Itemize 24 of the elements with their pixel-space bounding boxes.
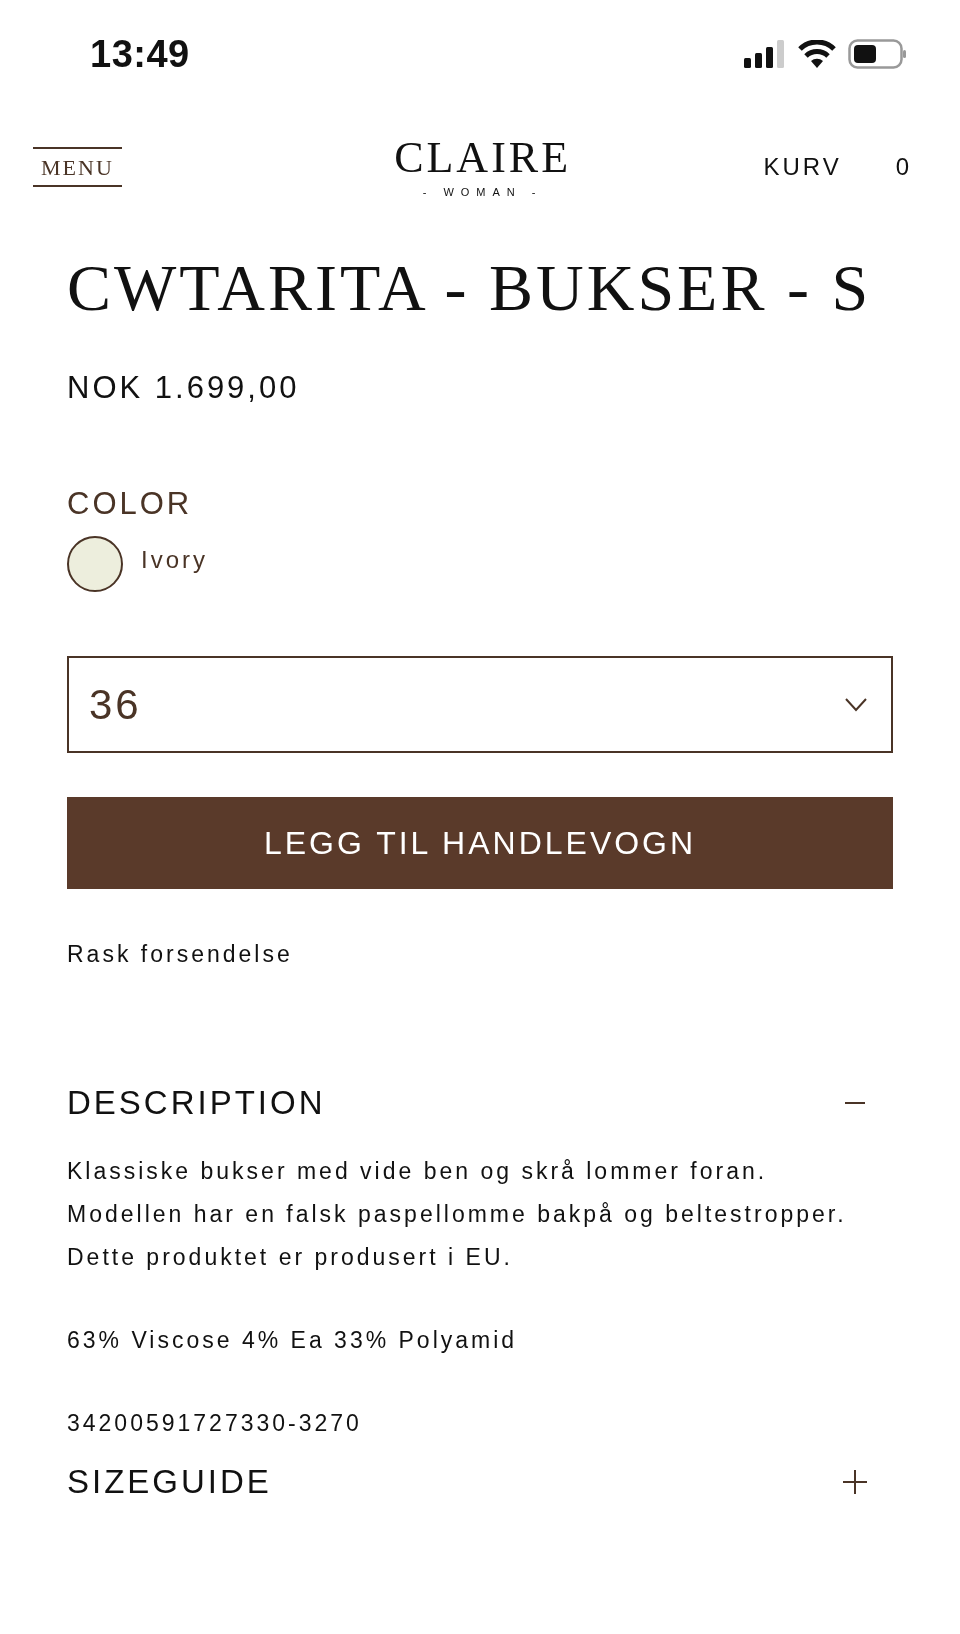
description-text: 63% Viscose 4% Ea 33% Polyamid	[67, 1326, 519, 1355]
description-text: 34200591727330-3270	[67, 1409, 363, 1438]
battery-icon	[848, 39, 908, 69]
status-time: 13:49	[90, 32, 190, 76]
product-price: NOK 1.699,00	[67, 370, 301, 406]
cart-link[interactable]: KURV	[763, 153, 842, 181]
add-to-cart-button[interactable]: LEGG TIL HANDLEVOGN	[67, 797, 893, 889]
product-title: CWTARITA - BUKSER - S	[67, 250, 873, 326]
chevron-down-icon	[845, 697, 867, 712]
color-label: COLOR	[67, 486, 194, 522]
description-text: Klassiske bukser med vide ben og skrå lommer foran. Modellen har en falsk paspellomme bakpå og beltestropper. Dette produktet er produsert i EU.	[67, 1157, 848, 1272]
color-name: Ivory	[141, 546, 208, 574]
signal-icon	[744, 40, 786, 68]
section-heading[interactable]: SIZEGUIDE	[67, 1463, 272, 1501]
shipping-note: Rask forsendelse	[67, 941, 294, 968]
plus-icon[interactable]	[843, 1470, 867, 1494]
wifi-icon	[798, 40, 836, 68]
cart-count: 0	[895, 153, 912, 181]
minus-icon[interactable]	[845, 1101, 865, 1105]
size-select[interactable]: 36	[67, 656, 893, 753]
section-heading[interactable]: DESCRIPTION	[67, 1084, 326, 1122]
brand-logo[interactable]: CLAIRE - WOMAN -	[394, 136, 572, 198]
menu-button[interactable]: MENU	[33, 147, 122, 187]
color-swatch[interactable]	[67, 536, 123, 592]
